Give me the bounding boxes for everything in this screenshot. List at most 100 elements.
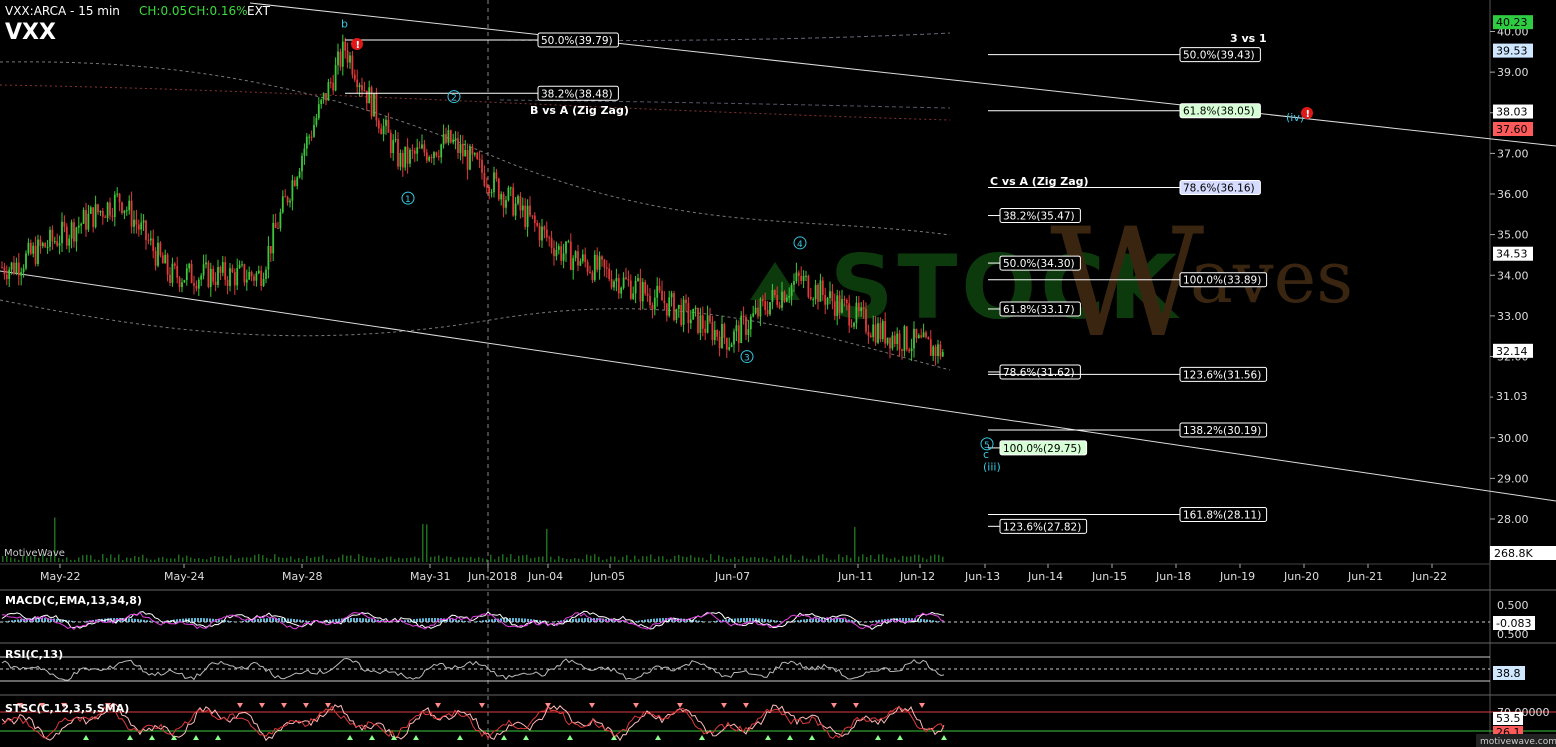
volume-bar — [78, 557, 80, 562]
candle-body — [207, 262, 210, 288]
candle-body — [550, 238, 553, 249]
candle-body — [152, 238, 155, 251]
volume-bar — [450, 557, 452, 562]
candle-body — [361, 85, 363, 91]
volume-bar — [438, 555, 440, 562]
macd-histogram-bar — [359, 618, 361, 622]
candle-body — [3, 267, 6, 275]
candle-body — [113, 194, 116, 217]
candle-body — [502, 194, 505, 208]
volume-bar — [814, 559, 816, 562]
volume-bar — [666, 559, 668, 562]
candle-body — [838, 295, 841, 313]
candle-body — [814, 284, 817, 300]
candle-body — [289, 200, 291, 203]
fib-mid-label-4: 100.0%(29.75) — [1003, 443, 1081, 455]
candle-body — [413, 150, 416, 154]
candle-body — [373, 93, 375, 117]
volume-bar — [626, 555, 628, 562]
candle-body — [625, 277, 627, 279]
fib-mid-label-3: 78.6%(31.62) — [1003, 367, 1075, 379]
candle-body — [776, 295, 779, 305]
candle-body — [459, 144, 462, 154]
candle-body — [25, 253, 27, 269]
candle-body — [34, 245, 37, 264]
volume-bar — [774, 556, 776, 562]
volume-bar — [826, 558, 828, 562]
candle-body — [257, 270, 260, 274]
candle-body — [87, 213, 90, 230]
candle-body — [305, 136, 308, 149]
volume-bar — [802, 555, 804, 562]
change-pct: CH:0.16% — [188, 4, 248, 18]
fib-right-label-2: 78.6%(36.16) — [1183, 183, 1255, 195]
candle-body — [632, 293, 635, 299]
fib-right-label-3: 100.0%(33.89) — [1183, 275, 1261, 287]
volume-bar — [314, 556, 316, 562]
macd-tick-lower: 0.500 — [1497, 628, 1529, 641]
volume-bar — [242, 557, 244, 562]
candle-body — [910, 348, 913, 352]
candle-body — [298, 171, 301, 178]
candle-body — [668, 297, 671, 316]
fib-mid-label-5: 123.6%(27.82) — [1003, 521, 1081, 533]
candle-body — [598, 256, 601, 270]
x-tick-label-17: Jun-22 — [1411, 570, 1447, 583]
candle-body — [665, 303, 668, 316]
macd-histogram-bar — [200, 618, 202, 622]
candle-body — [826, 297, 829, 305]
candle-body — [293, 180, 296, 186]
macd-histogram-bar — [434, 618, 436, 622]
volume-bar — [370, 557, 372, 562]
candle-body — [855, 302, 858, 323]
candle-body — [317, 104, 320, 119]
volume-bar — [690, 555, 692, 562]
candle-body — [795, 272, 798, 282]
wave-label-3: 3 — [744, 354, 750, 364]
candle-body — [517, 196, 519, 204]
volume-marker-label: 268.8K — [1494, 547, 1533, 560]
candle-body — [171, 263, 174, 283]
volume-bar — [482, 558, 484, 562]
candle-body — [927, 336, 930, 340]
macd-histogram-bar — [269, 618, 271, 622]
candle-body — [416, 147, 419, 154]
volume-bar — [290, 556, 292, 562]
volume-bar — [150, 559, 152, 562]
volume-bar — [714, 559, 716, 562]
candle-body — [807, 275, 810, 297]
volume-bar — [466, 557, 468, 562]
candle-body — [370, 87, 373, 117]
candle-body — [118, 193, 121, 203]
volume-bar — [594, 554, 596, 562]
candle-body — [601, 256, 603, 260]
candle-body — [884, 321, 887, 344]
candle-body — [161, 255, 164, 264]
volume-bar — [454, 559, 456, 562]
volume-bar — [894, 557, 896, 562]
candle-body — [423, 144, 426, 153]
candle-body — [749, 316, 752, 330]
candle-body — [865, 308, 867, 332]
volume-bar — [806, 558, 808, 562]
volume-bar — [650, 554, 652, 562]
x-tick-label-7: Jun-07 — [714, 570, 750, 583]
fib-right-label-4: 123.6%(31.56) — [1183, 369, 1261, 381]
candle-body — [166, 254, 169, 275]
candle-body — [286, 196, 289, 203]
volume-bar — [906, 556, 908, 562]
alert-icon-mark: ! — [1306, 109, 1311, 120]
candle-body — [605, 267, 608, 269]
candle-body — [375, 93, 378, 121]
wave-label-0: b — [341, 17, 348, 30]
candle-body — [915, 328, 918, 338]
candle-body — [608, 268, 611, 280]
candle-body — [685, 299, 687, 304]
candle-body — [397, 139, 399, 167]
volume-bar — [914, 554, 916, 562]
volume-bar — [406, 557, 408, 562]
y-tick-label-7: 33.00 — [1497, 310, 1529, 323]
candle-body — [488, 187, 491, 194]
candle-body — [20, 272, 23, 276]
candle-body — [934, 346, 937, 357]
